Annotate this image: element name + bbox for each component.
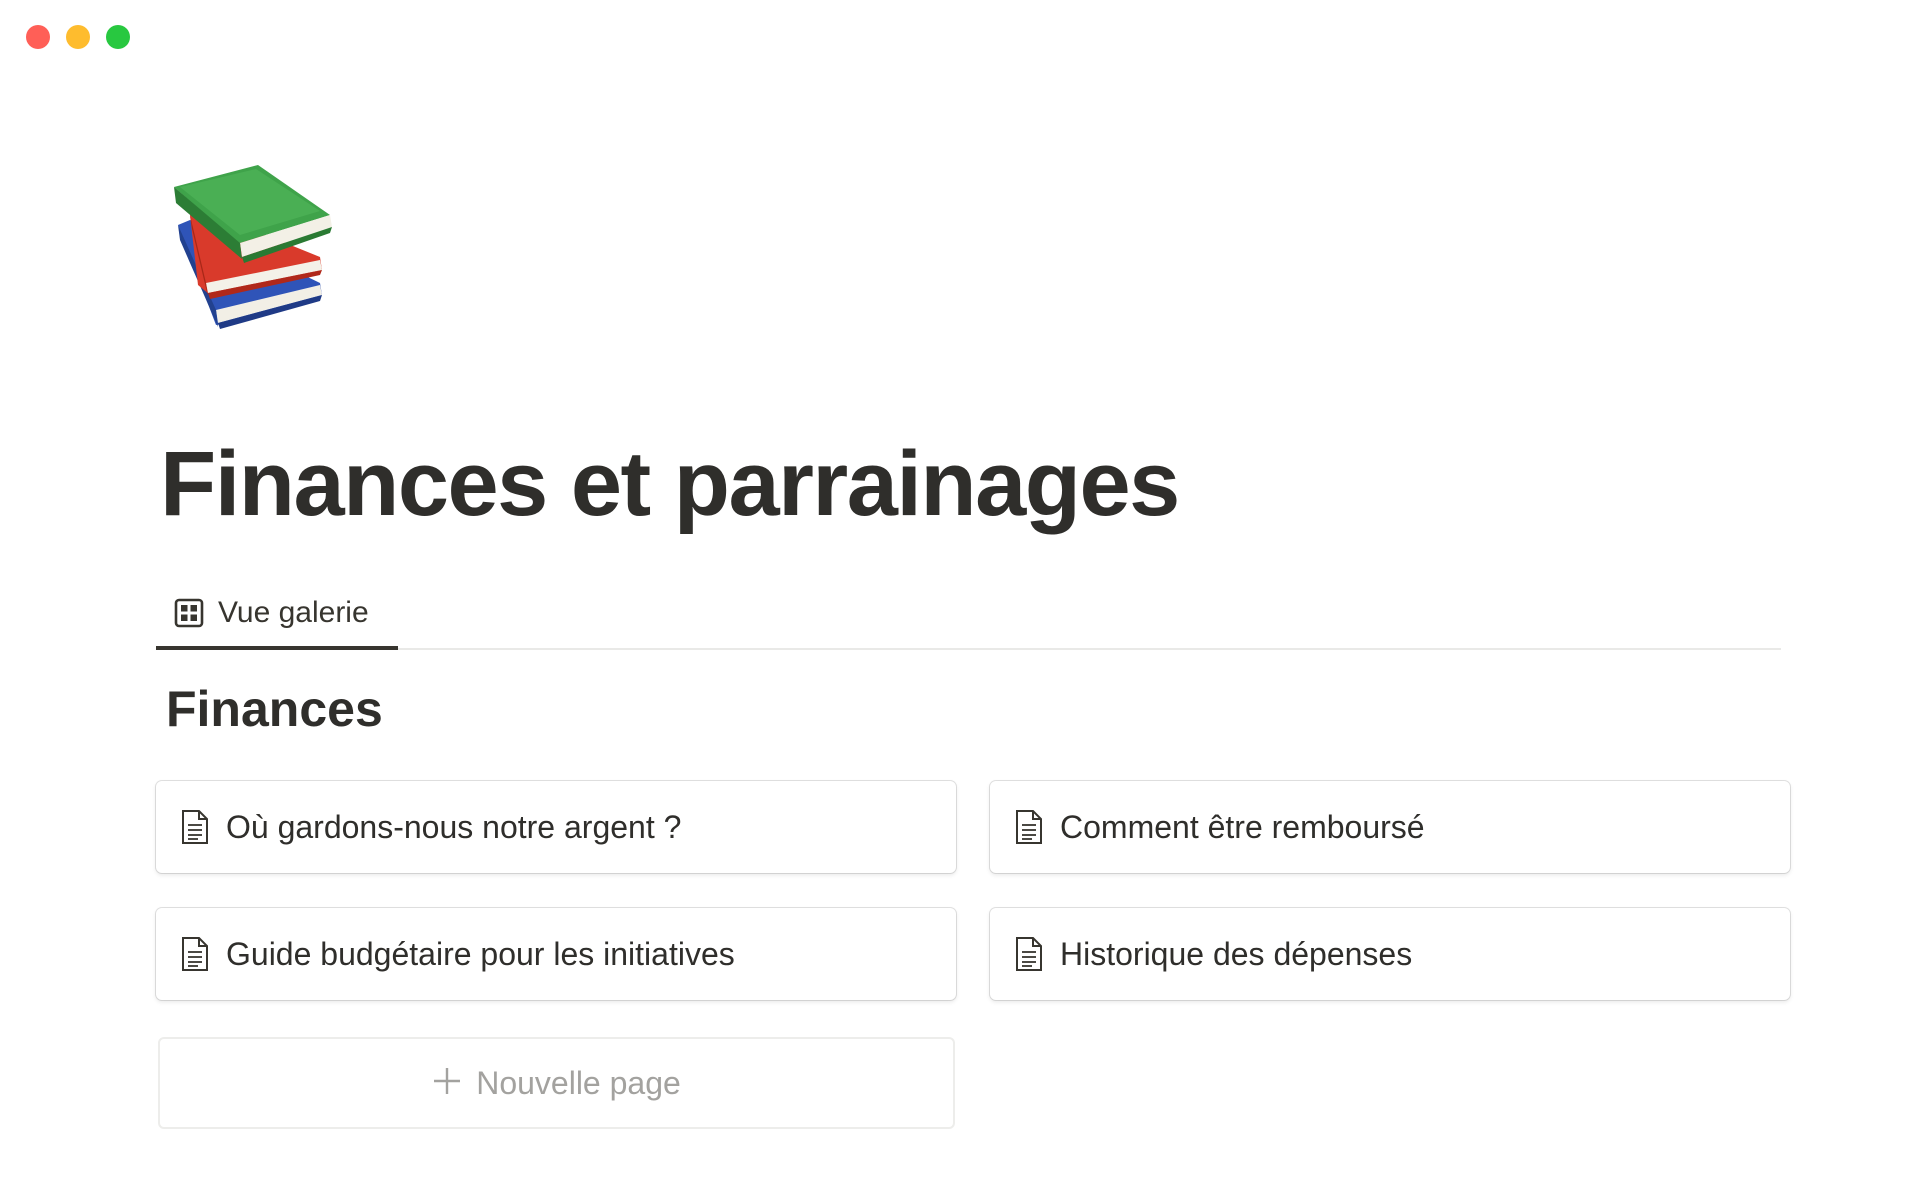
- gallery-card[interactable]: Historique des dépenses: [990, 908, 1790, 1000]
- tab-label: Vue galerie: [218, 596, 369, 629]
- card-title: Guide budgétaire pour les initiatives: [226, 935, 735, 972]
- tab-gallery-view[interactable]: Vue galerie: [156, 580, 398, 650]
- plus-icon: [432, 1063, 462, 1103]
- app-window: Finances et parrainages Vue galerie Fina…: [0, 0, 1920, 1200]
- page-title[interactable]: Finances et parrainages: [160, 432, 1180, 537]
- close-window-button[interactable]: [26, 25, 50, 49]
- new-page-button[interactable]: Nouvelle page: [158, 1037, 955, 1129]
- document-icon: [180, 809, 210, 845]
- document-icon: [180, 936, 210, 972]
- gallery-title[interactable]: Finances: [166, 680, 383, 738]
- card-title: Historique des dépenses: [1060, 935, 1413, 972]
- window-controls: [26, 25, 130, 49]
- books-emoji-icon[interactable]: [170, 165, 335, 335]
- card-title: Comment être remboursé: [1060, 808, 1425, 845]
- gallery-card[interactable]: Où gardons-nous notre argent ?: [156, 781, 956, 873]
- document-icon: [1014, 809, 1044, 845]
- minimize-window-button[interactable]: [66, 25, 90, 49]
- maximize-window-button[interactable]: [106, 25, 130, 49]
- document-icon: [1014, 936, 1044, 972]
- new-page-label: Nouvelle page: [476, 1064, 681, 1101]
- view-tabs: Vue galerie: [156, 580, 1781, 650]
- gallery-grid-icon: [174, 598, 204, 628]
- gallery-card[interactable]: Guide budgétaire pour les initiatives: [156, 908, 956, 1000]
- card-title: Où gardons-nous notre argent ?: [226, 808, 682, 845]
- gallery-card[interactable]: Comment être remboursé: [990, 781, 1790, 873]
